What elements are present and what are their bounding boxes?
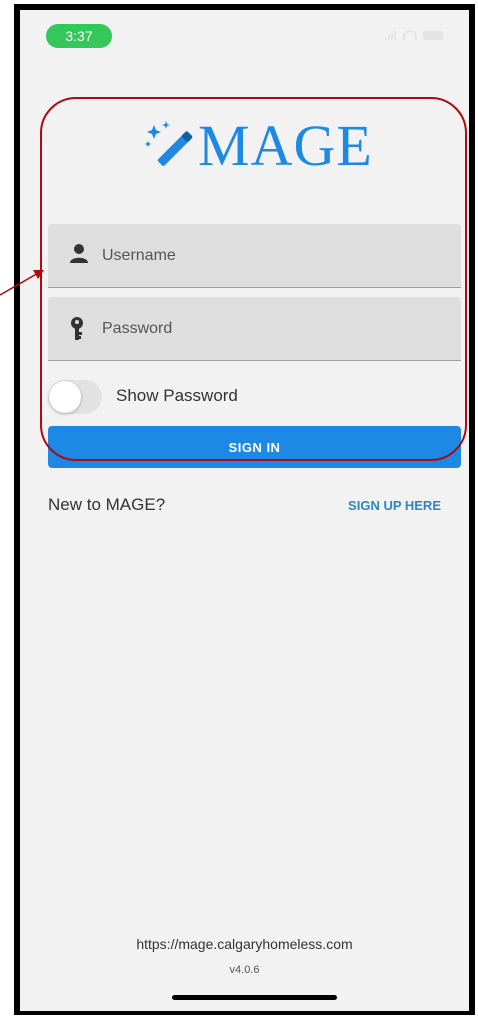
- sign-in-button[interactable]: SIGN IN: [48, 426, 461, 468]
- username-input[interactable]: [100, 224, 444, 288]
- status-time: 3:37: [46, 24, 112, 48]
- user-icon: [70, 244, 88, 263]
- app-logo-text: MAGE: [198, 113, 373, 178]
- username-field[interactable]: [48, 224, 461, 288]
- show-password-label: Show Password: [116, 386, 238, 405]
- password-field[interactable]: [48, 297, 461, 361]
- app-logo: MAGE: [144, 106, 373, 186]
- app-version: v4.0.6: [229, 964, 260, 976]
- signal-icon: [385, 30, 397, 40]
- show-password-toggle[interactable]: [48, 380, 102, 414]
- signup-prompt: New to MAGE?: [48, 495, 166, 514]
- status-icons: [385, 30, 443, 40]
- key-icon: [71, 317, 83, 340]
- wifi-icon: [403, 30, 417, 40]
- server-url: https://mage.calgaryhomeless.com: [136, 936, 353, 952]
- toggle-knob: [49, 381, 81, 413]
- phone-frame: 3:37 MAGE Username Show Password SIGN IN…: [14, 4, 475, 1015]
- magic-wand-icon: [145, 121, 193, 166]
- sign-up-link[interactable]: SIGN UP HERE: [348, 498, 441, 513]
- app-screen: 3:37 MAGE Username Show Password SIGN IN…: [20, 10, 469, 1011]
- password-input[interactable]: [100, 297, 444, 361]
- home-indicator[interactable]: [172, 995, 337, 1000]
- battery-icon: [423, 31, 443, 40]
